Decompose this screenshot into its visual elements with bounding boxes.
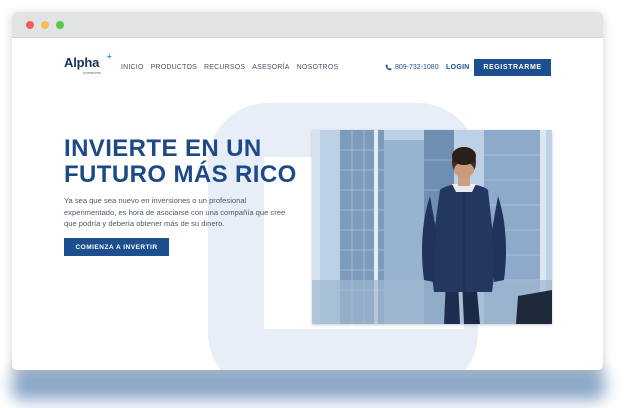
hero-title: INVIERTE EN UN FUTURO MÁS RICO [64, 136, 314, 188]
minimize-window-button[interactable] [41, 21, 49, 29]
nav-item-nosotros[interactable]: NOSOTROS [297, 64, 339, 71]
nav-item-recursos[interactable]: RECURSOS [204, 64, 245, 71]
nav-item-productos[interactable]: PRODUCTOS [151, 64, 197, 71]
browser-window: Alpha + Inversiones INICIO PRODUCTOS REC… [12, 12, 603, 370]
hero-photo-illustration [312, 130, 552, 324]
login-link[interactable]: LOGIN [446, 64, 470, 71]
hero-photo-businessman [312, 130, 552, 324]
phone-icon [385, 64, 392, 71]
web-page: Alpha + Inversiones INICIO PRODUCTOS REC… [12, 39, 603, 370]
phone-link[interactable]: 809-732-1080 [385, 64, 439, 71]
hero-title-line-2: FUTURO MÁS RICO [64, 161, 297, 188]
nav-item-inicio[interactable]: INICIO [121, 64, 144, 71]
hero-description: Ya sea que sea nuevo en inversiones o un… [64, 196, 286, 228]
maximize-window-button[interactable] [56, 21, 64, 29]
close-window-button[interactable] [26, 21, 34, 29]
brand-plus-mark: + [107, 52, 112, 61]
start-investing-button[interactable]: COMIENZA A INVERTIR [64, 238, 169, 256]
brand-subtitle: Inversiones [83, 71, 101, 75]
brand-name: Alpha [64, 55, 100, 70]
nav-item-asesoria[interactable]: ASESORÍA [252, 64, 289, 71]
phone-number: 809-732-1080 [395, 64, 439, 71]
brand-logo[interactable]: Alpha + Inversiones [64, 52, 112, 75]
main-navigation: INICIO PRODUCTOS RECURSOS ASESORÍA NOSOT… [121, 64, 338, 71]
window-shadow [12, 368, 605, 400]
hero-title-line-1: INVIERTE EN UN [64, 135, 262, 162]
browser-titlebar [12, 12, 603, 38]
register-button[interactable]: REGISTRARME [474, 59, 551, 76]
